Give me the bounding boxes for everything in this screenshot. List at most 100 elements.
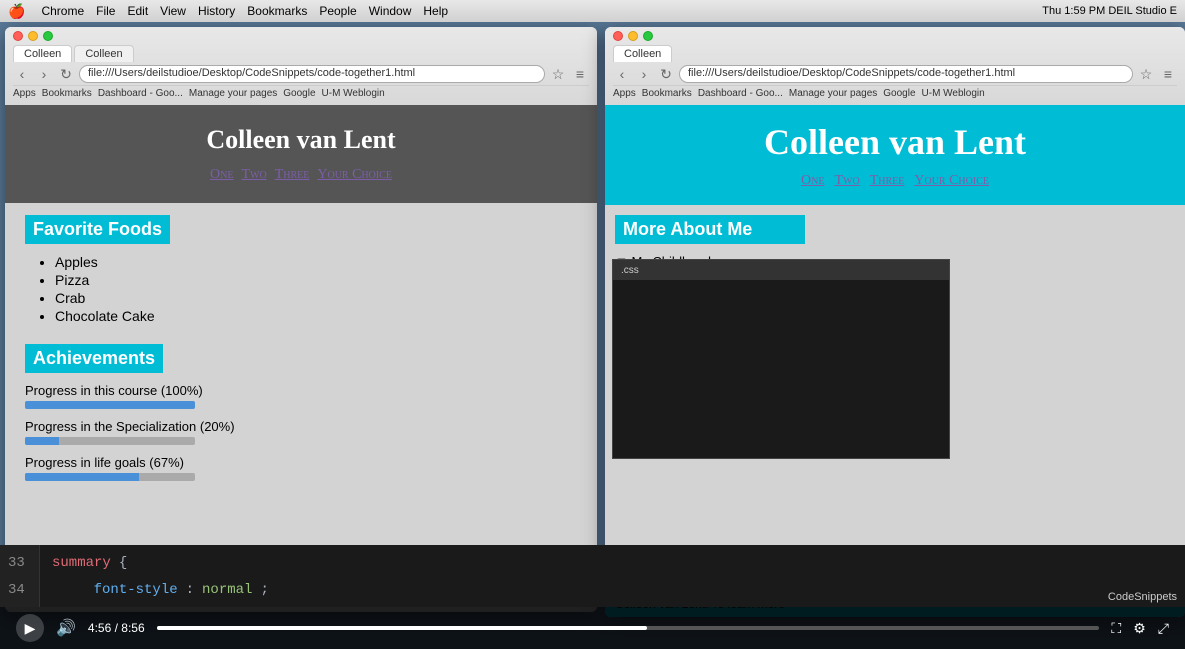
nav-link-three[interactable]: Three bbox=[275, 167, 310, 183]
bookmarks-bar-right: Apps Bookmarks Dashboard - Goo... Manage… bbox=[613, 85, 1177, 101]
code-line-1: summary{ bbox=[52, 555, 269, 571]
achievement-spec: Progress in the Specialization (20%) bbox=[25, 419, 577, 445]
achievement-life-label: Progress in life goals (67%) bbox=[25, 455, 577, 470]
browser-tabs-left: Colleen Colleen bbox=[13, 45, 589, 62]
volume-button[interactable]: 🔊 bbox=[56, 618, 76, 638]
minimize-button-right[interactable] bbox=[628, 31, 638, 41]
refresh-button-left[interactable]: ↻ bbox=[57, 66, 75, 83]
bookmark-apps[interactable]: Apps bbox=[13, 88, 36, 99]
nav-link-three-r[interactable]: Three bbox=[870, 173, 905, 189]
bookmark-google[interactable]: Google bbox=[283, 88, 315, 99]
nav-link-one[interactable]: One bbox=[210, 167, 233, 183]
bookmark-bookmarks[interactable]: Bookmarks bbox=[42, 88, 92, 99]
line-number-33: 33 bbox=[8, 555, 31, 571]
achievement-spec-label: Progress in the Specialization (20%) bbox=[25, 419, 577, 434]
browser-window-left: Colleen Colleen ‹ › ↻ file:///Users/deil… bbox=[5, 27, 597, 612]
bookmark-google-r[interactable]: Google bbox=[883, 88, 915, 99]
menu-view[interactable]: View bbox=[160, 4, 186, 18]
bookmark-manage[interactable]: Manage your pages bbox=[189, 88, 277, 99]
bookmark-star-left[interactable]: ☆ bbox=[549, 66, 567, 83]
traffic-lights-right bbox=[613, 31, 1177, 41]
page-header-left: Colleen van Lent One Two Three Your Choi… bbox=[5, 105, 597, 203]
menu-help[interactable]: Help bbox=[423, 4, 448, 18]
achievement-course-label: Progress in this course (100%) bbox=[25, 383, 577, 398]
expand-icon[interactable]: ⤢ bbox=[1158, 620, 1169, 637]
code-indent bbox=[52, 582, 86, 598]
nav-link-two-r[interactable]: Two bbox=[834, 173, 859, 189]
menu-bar: 🍎 Chrome File Edit View History Bookmark… bbox=[0, 0, 1185, 22]
deil-label: CodeSnippets bbox=[1108, 591, 1177, 603]
menu-edit[interactable]: Edit bbox=[127, 4, 148, 18]
code-value: normal bbox=[202, 582, 252, 598]
minimize-button-left[interactable] bbox=[28, 31, 38, 41]
achievements-heading: Achievements bbox=[25, 344, 163, 373]
bookmark-um-r[interactable]: U-M Weblogin bbox=[922, 88, 985, 99]
achievement-spec-bar bbox=[25, 437, 195, 445]
code-editor-overlay: .css bbox=[612, 259, 950, 459]
video-right-controls: ⛶ ⚙ ⤢ bbox=[1111, 620, 1169, 637]
url-input-left[interactable]: file:///Users/deilstudioe/Desktop/CodeSn… bbox=[79, 65, 545, 83]
bookmark-dashboard[interactable]: Dashboard - Goo... bbox=[98, 88, 183, 99]
nav-link-one-r[interactable]: One bbox=[801, 173, 824, 189]
time-display: 4:56 / 8:56 bbox=[88, 621, 145, 635]
achievement-life: Progress in life goals (67%) bbox=[25, 455, 577, 481]
browser-tab-2[interactable]: Colleen bbox=[74, 45, 133, 62]
menu-history[interactable]: History bbox=[198, 4, 235, 18]
menu-file[interactable]: File bbox=[96, 4, 115, 18]
menu-chrome[interactable]: Chrome bbox=[41, 4, 84, 18]
page-header-right: Colleen van Lent One Two Three Your Choi… bbox=[605, 105, 1185, 205]
browser-chrome-right: Colleen ‹ › ↻ file:///Users/deilstudioe/… bbox=[605, 27, 1185, 105]
page-title-right: Colleen van Lent bbox=[625, 121, 1165, 163]
maximize-button-left[interactable] bbox=[43, 31, 53, 41]
menu-dots-right[interactable]: ≡ bbox=[1159, 66, 1177, 82]
video-progress-track[interactable] bbox=[157, 626, 1100, 630]
bookmark-dash-r[interactable]: Dashboard - Goo... bbox=[698, 88, 783, 99]
list-item: Pizza bbox=[55, 272, 577, 288]
page-nav-left: One Two Three Your Choice bbox=[25, 167, 577, 183]
refresh-button-right[interactable]: ↻ bbox=[657, 66, 675, 83]
apple-menu-icon[interactable]: 🍎 bbox=[8, 3, 25, 20]
volume-icon: 🔊 bbox=[56, 620, 76, 637]
back-button-right[interactable]: ‹ bbox=[613, 66, 631, 82]
traffic-lights-left bbox=[13, 31, 589, 41]
browser-tab-1[interactable]: Colleen bbox=[13, 45, 72, 62]
play-button[interactable]: ▶ bbox=[16, 614, 44, 642]
close-button-left[interactable] bbox=[13, 31, 23, 41]
settings-icon[interactable]: ⚙ bbox=[1133, 620, 1146, 637]
code-editor-title: .css bbox=[613, 260, 949, 280]
forward-button-right[interactable]: › bbox=[635, 66, 653, 82]
bookmarks-bar-left: Apps Bookmarks Dashboard - Goo... Manage… bbox=[13, 85, 589, 101]
page-content-left: Colleen van Lent One Two Three Your Choi… bbox=[5, 105, 597, 612]
code-editor-bottom: 33 34 summary{ font-style: normal; bbox=[0, 545, 1185, 607]
nav-link-two[interactable]: Two bbox=[241, 167, 266, 183]
code-editor-content[interactable] bbox=[613, 280, 949, 458]
list-item: Crab bbox=[55, 290, 577, 306]
nav-link-yourchoice[interactable]: Your Choice bbox=[317, 167, 392, 183]
url-input-right[interactable]: file:///Users/deilstudioe/Desktop/CodeSn… bbox=[679, 65, 1133, 83]
menu-people[interactable]: People bbox=[319, 4, 356, 18]
browser-tab-right[interactable]: Colleen bbox=[613, 45, 672, 62]
browser-tabs-right: Colleen bbox=[613, 45, 1177, 62]
code-brace: { bbox=[119, 555, 127, 571]
code-lines: summary{ font-style: normal; bbox=[40, 545, 281, 607]
close-button-right[interactable] bbox=[613, 31, 623, 41]
nav-link-yourchoice-r[interactable]: Your Choice bbox=[914, 173, 989, 189]
achievement-life-fill bbox=[25, 473, 139, 481]
menu-window[interactable]: Window bbox=[369, 4, 412, 18]
achievement-course: Progress in this course (100%) bbox=[25, 383, 577, 409]
url-bar-left: ‹ › ↻ file:///Users/deilstudioe/Desktop/… bbox=[13, 65, 589, 83]
back-button-left[interactable]: ‹ bbox=[13, 66, 31, 82]
bookmark-star-right[interactable]: ☆ bbox=[1137, 66, 1155, 83]
menu-bookmarks[interactable]: Bookmarks bbox=[247, 4, 307, 18]
line-number-34: 34 bbox=[8, 582, 31, 598]
maximize-button-right[interactable] bbox=[643, 31, 653, 41]
achievement-spec-fill bbox=[25, 437, 59, 445]
video-controls[interactable]: ▶ 🔊 4:56 / 8:56 ⛶ ⚙ ⤢ bbox=[0, 607, 1185, 649]
menu-dots-left[interactable]: ≡ bbox=[571, 66, 589, 82]
forward-button-left[interactable]: › bbox=[35, 66, 53, 82]
bookmark-apps-r[interactable]: Apps bbox=[613, 88, 636, 99]
fullscreen-icon[interactable]: ⛶ bbox=[1111, 620, 1121, 637]
bookmark-bk-r[interactable]: Bookmarks bbox=[642, 88, 692, 99]
bookmark-manage-r[interactable]: Manage your pages bbox=[789, 88, 877, 99]
bookmark-um[interactable]: U-M Weblogin bbox=[322, 88, 385, 99]
